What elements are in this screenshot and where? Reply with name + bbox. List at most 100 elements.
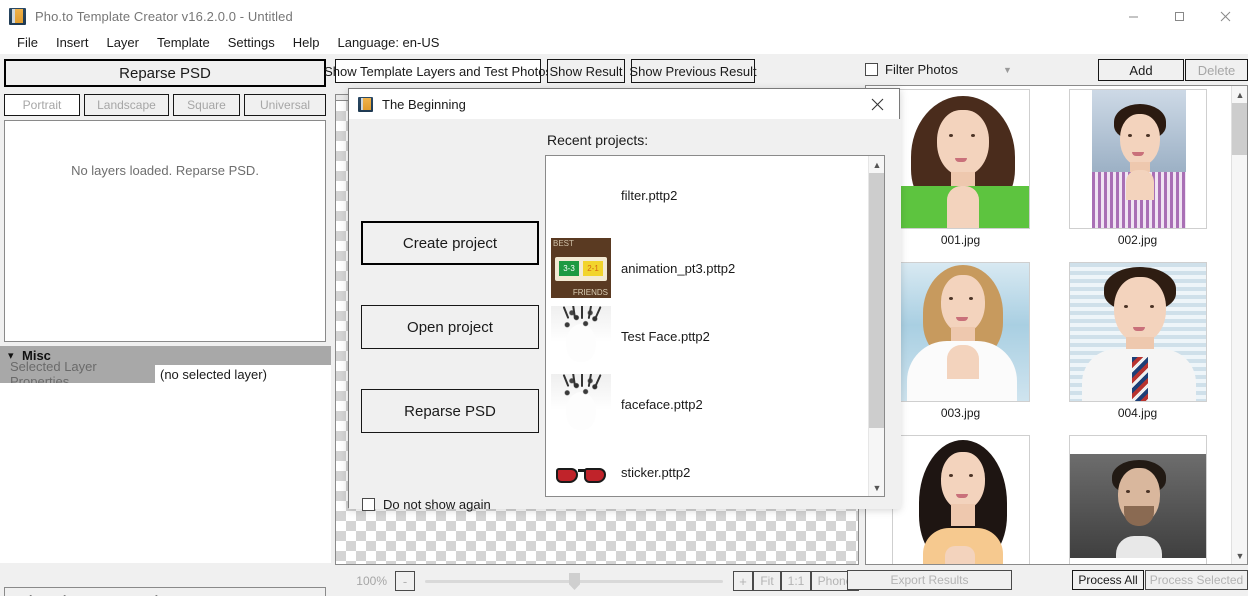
project-thumbnail (551, 165, 611, 225)
do-not-show-again-control: Do not show again (362, 497, 491, 512)
delete-photo-button[interactable]: Delete (1185, 59, 1248, 81)
tab-show-previous-result[interactable]: Show Previous Result (629, 59, 757, 83)
menu-bar: File Insert Layer Template Settings Help… (0, 32, 1248, 54)
app-icon (9, 7, 26, 25)
layers-list[interactable]: No layers loaded. Reparse PSD. (4, 120, 326, 342)
menu-item-layer[interactable]: Layer (97, 33, 148, 53)
view-mode-toolbar: Show Template Layers and Test Photos Sho… (324, 59, 757, 83)
scroll-up-icon[interactable]: ▲ (1232, 86, 1247, 103)
zoom-out-button[interactable]: - (395, 571, 415, 591)
zoom-in-button[interactable]: + (733, 571, 753, 591)
menu-item-template[interactable]: Template (148, 33, 219, 53)
photo-label: 004.jpg (1117, 406, 1158, 420)
zoom-slider[interactable] (425, 571, 723, 591)
dialog-title-bar: The Beginning (349, 89, 899, 119)
tab-show-template-layers[interactable]: Show Template Layers and Test Photos (324, 59, 552, 83)
project-name: sticker.pttp2 (621, 464, 691, 480)
filter-photos-checkbox[interactable] (865, 63, 878, 76)
title-bar: Pho.to Template Creator v16.2.0.0 - Unti… (0, 0, 1248, 32)
photo-label: 002.jpg (1117, 233, 1158, 247)
menu-item-settings[interactable]: Settings (219, 33, 284, 53)
photo-thumbnail (891, 89, 1030, 229)
project-name: filter.pttp2 (621, 187, 678, 203)
photo-thumbnail (1068, 262, 1207, 402)
recent-project-item[interactable]: sticker.pttp2 (546, 438, 884, 496)
reparse-psd-button[interactable]: Reparse PSD (4, 59, 326, 87)
selected-layer-properties-box: Selected Layer Properties Select a layer… (4, 587, 326, 596)
photo-grid-scrollbar[interactable]: ▲ ▼ (1231, 86, 1247, 564)
project-thumbnail (551, 306, 611, 366)
recent-project-item[interactable]: BEST 3-3 2-1 FRIENDS animation_pt3.pttp2 (546, 234, 884, 302)
dialog-title: The Beginning (382, 96, 466, 112)
do-not-show-again-checkbox[interactable] (362, 498, 375, 511)
orientation-universal-button[interactable]: Universal (244, 94, 326, 116)
chevron-down-icon[interactable]: ▼ (1003, 65, 1012, 75)
orientation-portrait-button[interactable]: Portrait (4, 94, 81, 116)
photo-thumbnail (891, 262, 1030, 402)
misc-property-value[interactable]: (no selected layer) (155, 365, 331, 383)
photo-label: 003.jpg (940, 406, 981, 420)
scrollbar-thumb[interactable] (1232, 103, 1247, 155)
zoom-toolbar: 100% - + Fit 1:1 Phone (335, 570, 859, 592)
photo-grid-container[interactable]: 001.jpg 002.jpg 003.jpg 004.jpg ▲ ▼ (865, 85, 1248, 565)
application-window: Pho.to Template Creator v16.2.0.0 - Unti… (0, 0, 1248, 596)
recent-projects-list[interactable]: filter.pttp2 BEST 3-3 2-1 FRIENDS animat… (545, 155, 885, 497)
scrollbar-thumb[interactable] (869, 173, 884, 428)
book-thumb-grade-1: 3-3 (559, 261, 579, 276)
menu-item-language[interactable]: Language: en-US (328, 33, 448, 53)
recent-project-item[interactable]: filter.pttp2 (546, 156, 884, 234)
book-thumb-grade-2: 2-1 (583, 261, 603, 276)
project-name: animation_pt3.pttp2 (621, 260, 736, 276)
zoom-slider-thumb[interactable] (569, 573, 580, 590)
menu-item-help[interactable]: Help (284, 33, 329, 53)
recent-projects-scrollbar[interactable]: ▲ ▼ (868, 156, 884, 496)
photo-item[interactable] (1049, 435, 1226, 564)
photo-grid: 001.jpg 002.jpg 003.jpg 004.jpg (866, 86, 1232, 564)
left-panel: Reparse PSD Portrait Landscape Square Un… (0, 54, 331, 596)
recent-projects-panel: Recent projects: filter.pttp2 BEST 3-3 2… (545, 119, 901, 509)
misc-properties-area (0, 383, 331, 563)
the-beginning-dialog: The Beginning Create project Open projec… (348, 88, 901, 512)
reparse-psd-dialog-button[interactable]: Reparse PSD (361, 389, 539, 433)
menu-item-insert[interactable]: Insert (47, 33, 98, 53)
photo-label: 001.jpg (940, 233, 981, 247)
scroll-up-icon[interactable]: ▲ (869, 156, 884, 173)
zoom-actual-size-button[interactable]: 1:1 (781, 571, 811, 591)
filter-photos-control: Filter Photos ▼ (865, 62, 1012, 77)
zoom-fit-button[interactable]: Fit (753, 571, 781, 591)
project-name: Test Face.pttp2 (621, 328, 710, 344)
open-project-button[interactable]: Open project (361, 305, 539, 349)
do-not-show-again-label: Do not show again (383, 497, 491, 512)
create-project-button[interactable]: Create project (361, 221, 539, 265)
close-icon[interactable] (855, 89, 899, 119)
process-all-button[interactable]: Process All (1072, 570, 1144, 590)
scroll-down-icon[interactable]: ▼ (869, 479, 884, 496)
orientation-landscape-button[interactable]: Landscape (84, 94, 169, 116)
right-panel: Filter Photos ▼ Add Delete 001.jpg 002.j… (860, 54, 1248, 596)
scroll-down-icon[interactable]: ▼ (1232, 547, 1247, 564)
layers-empty-text: No layers loaded. Reparse PSD. (71, 163, 259, 178)
photo-thumbnail (1068, 435, 1207, 564)
window-title: Pho.to Template Creator v16.2.0.0 - Unti… (35, 8, 293, 24)
recent-project-item[interactable]: faceface.pttp2 (546, 370, 884, 438)
book-thumb-text-best: BEST (553, 239, 574, 248)
add-photo-button[interactable]: Add (1098, 59, 1184, 81)
minimize-icon[interactable] (1110, 0, 1156, 32)
process-selected-button[interactable]: Process Selected (1145, 570, 1248, 590)
menu-item-file[interactable]: File (8, 33, 47, 53)
zoom-percent-label: 100% (356, 574, 387, 588)
close-icon[interactable] (1202, 0, 1248, 32)
orientation-square-button[interactable]: Square (172, 94, 241, 116)
photo-thumbnail (1068, 89, 1207, 229)
photo-item[interactable]: 004.jpg (1049, 262, 1226, 435)
project-thumbnail (551, 442, 611, 496)
project-thumbnail: BEST 3-3 2-1 FRIENDS (551, 238, 611, 298)
tab-show-result[interactable]: Show Result (547, 59, 625, 83)
book-icon (358, 96, 373, 112)
filter-photos-label: Filter Photos (885, 62, 958, 77)
project-thumbnail (551, 374, 611, 434)
maximize-icon[interactable] (1156, 0, 1202, 32)
photo-item[interactable]: 002.jpg (1049, 89, 1226, 262)
recent-projects-label: Recent projects: (547, 132, 649, 148)
recent-project-item[interactable]: Test Face.pttp2 (546, 302, 884, 370)
